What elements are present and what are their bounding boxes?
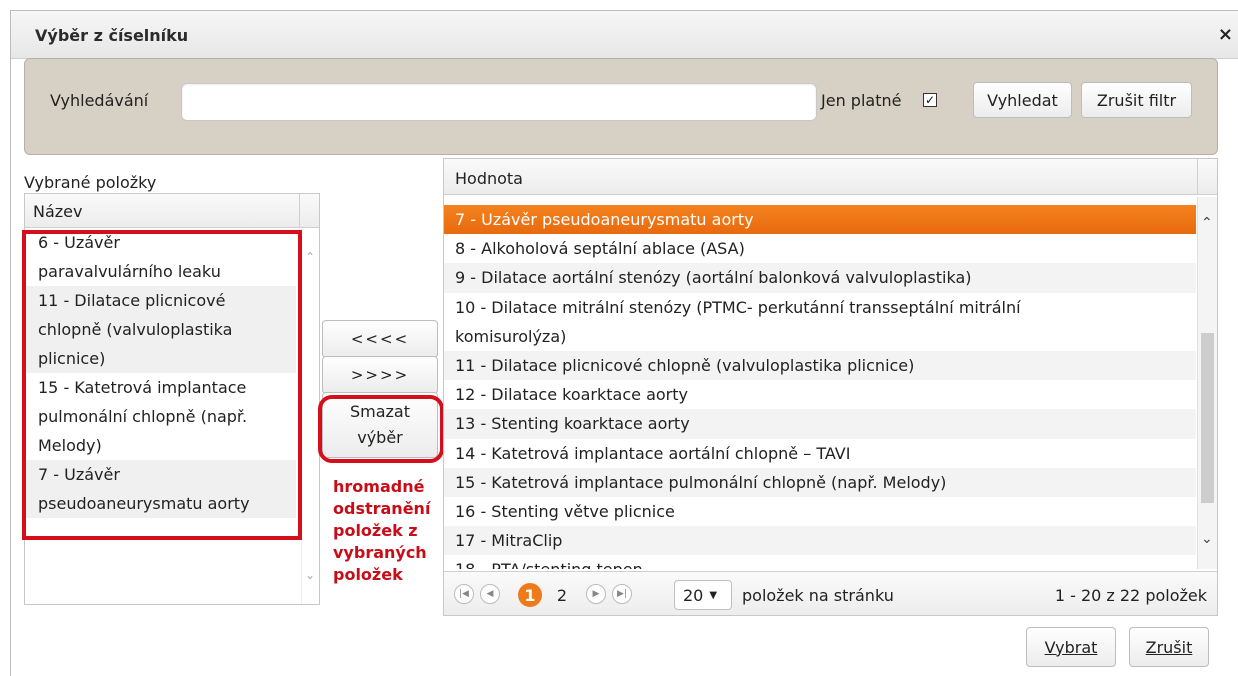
table-row[interactable]: 8 - Alkoholová septální ablace (ASA) [444, 234, 1196, 263]
list-item[interactable]: pulmonální chlopně (např. [26, 402, 296, 431]
list-item-partial [444, 197, 1196, 205]
page-2[interactable]: 2 [550, 583, 574, 607]
annotation-line: odstranění [333, 499, 431, 518]
list-item[interactable]: Melody) [26, 431, 296, 460]
chevron-down-icon[interactable]: ⌄ [305, 568, 315, 582]
search-input[interactable] [181, 83, 817, 121]
table-row[interactable]: 14 - Katetrová implantace aortální chlop… [444, 439, 1196, 468]
table-row[interactable]: 11 - Dilatace plicnicové chlopně (valvul… [444, 351, 1196, 381]
list-item[interactable]: plicnice) [26, 344, 296, 373]
table-row[interactable]: komisurolýza) [444, 322, 1196, 351]
table-row-partial[interactable]: 18 - PTA/stenting tepen [444, 555, 1196, 569]
move-left-button[interactable]: <<<< [322, 320, 438, 358]
table-row-selected[interactable]: 7 - Uzávěr pseudoaneurysmatu aorty [444, 205, 1196, 235]
jen-platne-checkbox[interactable]: ✓ [923, 93, 937, 107]
table-row[interactable]: 13 - Stenting koarktace aorty [444, 409, 1196, 439]
page-size-label: položek na stránku [742, 586, 894, 605]
jen-platne-label: Jen platné [821, 91, 902, 110]
table-row[interactable]: 9 - Dilatace aortální stenózy (aortální … [444, 263, 1196, 293]
values-grid-header: Hodnota [444, 159, 1217, 195]
last-page-icon[interactable]: ▶| [612, 584, 632, 604]
chevron-up-icon[interactable]: ⌃ [1201, 215, 1213, 231]
chevron-up-icon[interactable]: ⌃ [305, 250, 315, 264]
list-item[interactable]: 7 - Uzávěr [26, 460, 296, 489]
selected-items-grid: Název 6 - Uzávěr paravalvulárního leaku … [24, 193, 320, 605]
clear-selection-line1: Smazat [349, 402, 411, 421]
close-icon[interactable]: × [1218, 24, 1233, 45]
page-size-select[interactable]: 20 ▼ [674, 580, 732, 610]
search-panel: Vyhledávání Jen platné ✓ Vyhledat Zrušit… [24, 58, 1218, 155]
clear-selection-button[interactable]: Smazat výběr [322, 392, 438, 458]
dialog-titlebar: Výběr z číselníku × [11, 11, 1238, 59]
annotation-line: vybraných [333, 543, 427, 562]
pager: |◀ ◀ 1 2 ▶ ▶| 20 ▼ položek na stránku 1 … [444, 571, 1217, 615]
list-item[interactable]: paravalvulárního leaku [26, 257, 296, 286]
list-item[interactable]: chlopně (valvuloplastika [26, 315, 296, 344]
search-button[interactable]: Vyhledat [973, 82, 1072, 118]
table-row[interactable]: 10 - Dilatace mitrální stenózy (PTMC- pe… [444, 293, 1196, 322]
clear-selection-line2: výběr [357, 428, 403, 447]
chevron-down-icon[interactable]: ⌄ [1201, 531, 1213, 547]
values-list: 7 - Uzávěr pseudoaneurysmatu aorty 8 - A… [444, 197, 1196, 569]
next-page-icon[interactable]: ▶ [586, 584, 606, 604]
chevron-down-icon: ▼ [709, 589, 718, 601]
page-1[interactable]: 1 [518, 583, 542, 607]
list-item[interactable]: 15 - Katetrová implantace [26, 373, 296, 402]
annotation-line: položek [333, 565, 403, 584]
values-scrollbar[interactable]: ⌃ ⌄ [1197, 197, 1217, 569]
page-size-value: 20 [683, 585, 704, 605]
column-header-hodnota[interactable]: Hodnota [455, 169, 523, 188]
annotation-text: hromadné odstranění položek z vybraných … [333, 476, 443, 586]
table-row[interactable]: 15 - Katetrová implantace pulmonální chl… [444, 467, 1196, 498]
move-right-button[interactable]: >>>> [322, 356, 438, 394]
list-item[interactable]: 11 - Dilatace plicnicové [26, 286, 296, 315]
select-button[interactable]: Vybrat [1026, 627, 1116, 667]
column-header-nazev[interactable]: Název [33, 202, 82, 221]
values-grid: Hodnota 7 - Uzávěr pseudoaneurysmatu aor… [443, 158, 1218, 616]
cancel-button-label: Zrušit [1145, 637, 1193, 657]
scrollbar-thumb[interactable] [1201, 333, 1214, 503]
selected-items-list: 6 - Uzávěr paravalvulárního leaku 11 - D… [26, 228, 296, 518]
dialog-title: Výběr z číselníku [35, 26, 189, 45]
select-button-label: Vybrat [1044, 637, 1098, 657]
search-label: Vyhledávání [50, 91, 149, 110]
selected-grid-header: Název [25, 194, 319, 228]
pager-summary: 1 - 20 z 22 položek [1054, 586, 1207, 605]
table-row[interactable]: 17 - MitraClip [444, 526, 1196, 556]
first-page-icon[interactable]: |◀ [454, 584, 474, 604]
header-divider [299, 194, 300, 228]
header-divider [1197, 159, 1198, 195]
annotation-line: hromadné [333, 477, 425, 496]
cancel-button[interactable]: Zrušit [1129, 627, 1209, 667]
selected-scrollbar[interactable]: ⌃ ⌄ [301, 228, 319, 604]
list-item[interactable]: 6 - Uzávěr [26, 228, 296, 257]
table-row[interactable]: 16 - Stenting větve plicnice [444, 497, 1196, 526]
table-row[interactable]: 12 - Dilatace koarktace aorty [444, 380, 1196, 409]
list-item[interactable]: pseudoaneurysmatu aorty [26, 489, 296, 518]
annotation-line: položek z [333, 521, 418, 540]
selected-items-label: Vybrané položky [24, 173, 157, 192]
clear-filter-button[interactable]: Zrušit filtr [1081, 82, 1192, 118]
prev-page-icon[interactable]: ◀ [480, 584, 500, 604]
